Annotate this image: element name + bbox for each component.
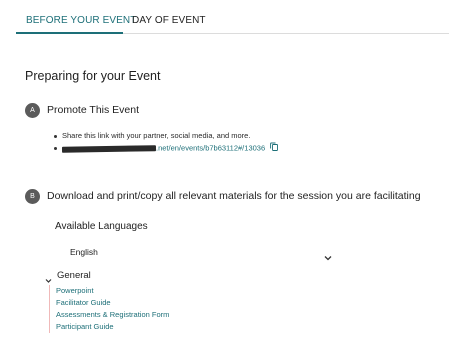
event-link-row: .net/en/events/b7b63112#/13036 xyxy=(54,142,279,155)
language-selected-value: English xyxy=(70,247,98,257)
step-b-badge: B xyxy=(25,189,40,204)
step-a-title: Promote This Event xyxy=(47,104,140,116)
tab-day-of-event[interactable]: DAY OF EVENT xyxy=(132,15,206,26)
event-tabs: BEFORE YOUR EVENT DAY OF EVENT xyxy=(0,0,461,36)
active-tab-indicator xyxy=(16,32,123,34)
redacted-link-domain xyxy=(61,144,157,153)
share-instruction-text: Share this link with your partner, socia… xyxy=(62,131,251,140)
general-section-label: General xyxy=(57,270,91,281)
assessments-registration-form-link[interactable]: Assessments & Registration Form xyxy=(56,310,169,319)
step-a-badge: A xyxy=(25,103,40,118)
language-select[interactable]: English xyxy=(70,246,332,261)
tab-before-your-event[interactable]: BEFORE YOUR EVENT xyxy=(26,15,136,26)
step-b-title: Download and print/copy all relevant mat… xyxy=(47,190,421,202)
chevron-down-icon xyxy=(324,248,332,266)
promote-bullet-list: Share this link with your partner, socia… xyxy=(54,130,279,155)
page-title: Preparing for your Event xyxy=(25,69,161,83)
powerpoint-link[interactable]: Powerpoint xyxy=(56,286,94,295)
available-languages-label: Available Languages xyxy=(55,221,148,232)
participant-guide-link[interactable]: Participant Guide xyxy=(56,322,114,331)
copy-icon[interactable] xyxy=(270,142,279,155)
share-instruction: Share this link with your partner, socia… xyxy=(54,130,278,142)
materials-list: Powerpoint Facilitator Guide Assessments… xyxy=(49,285,210,333)
facilitator-guide-link[interactable]: Facilitator Guide xyxy=(56,298,111,307)
event-link[interactable]: .net/en/events/b7b63112#/13036 xyxy=(156,143,265,152)
